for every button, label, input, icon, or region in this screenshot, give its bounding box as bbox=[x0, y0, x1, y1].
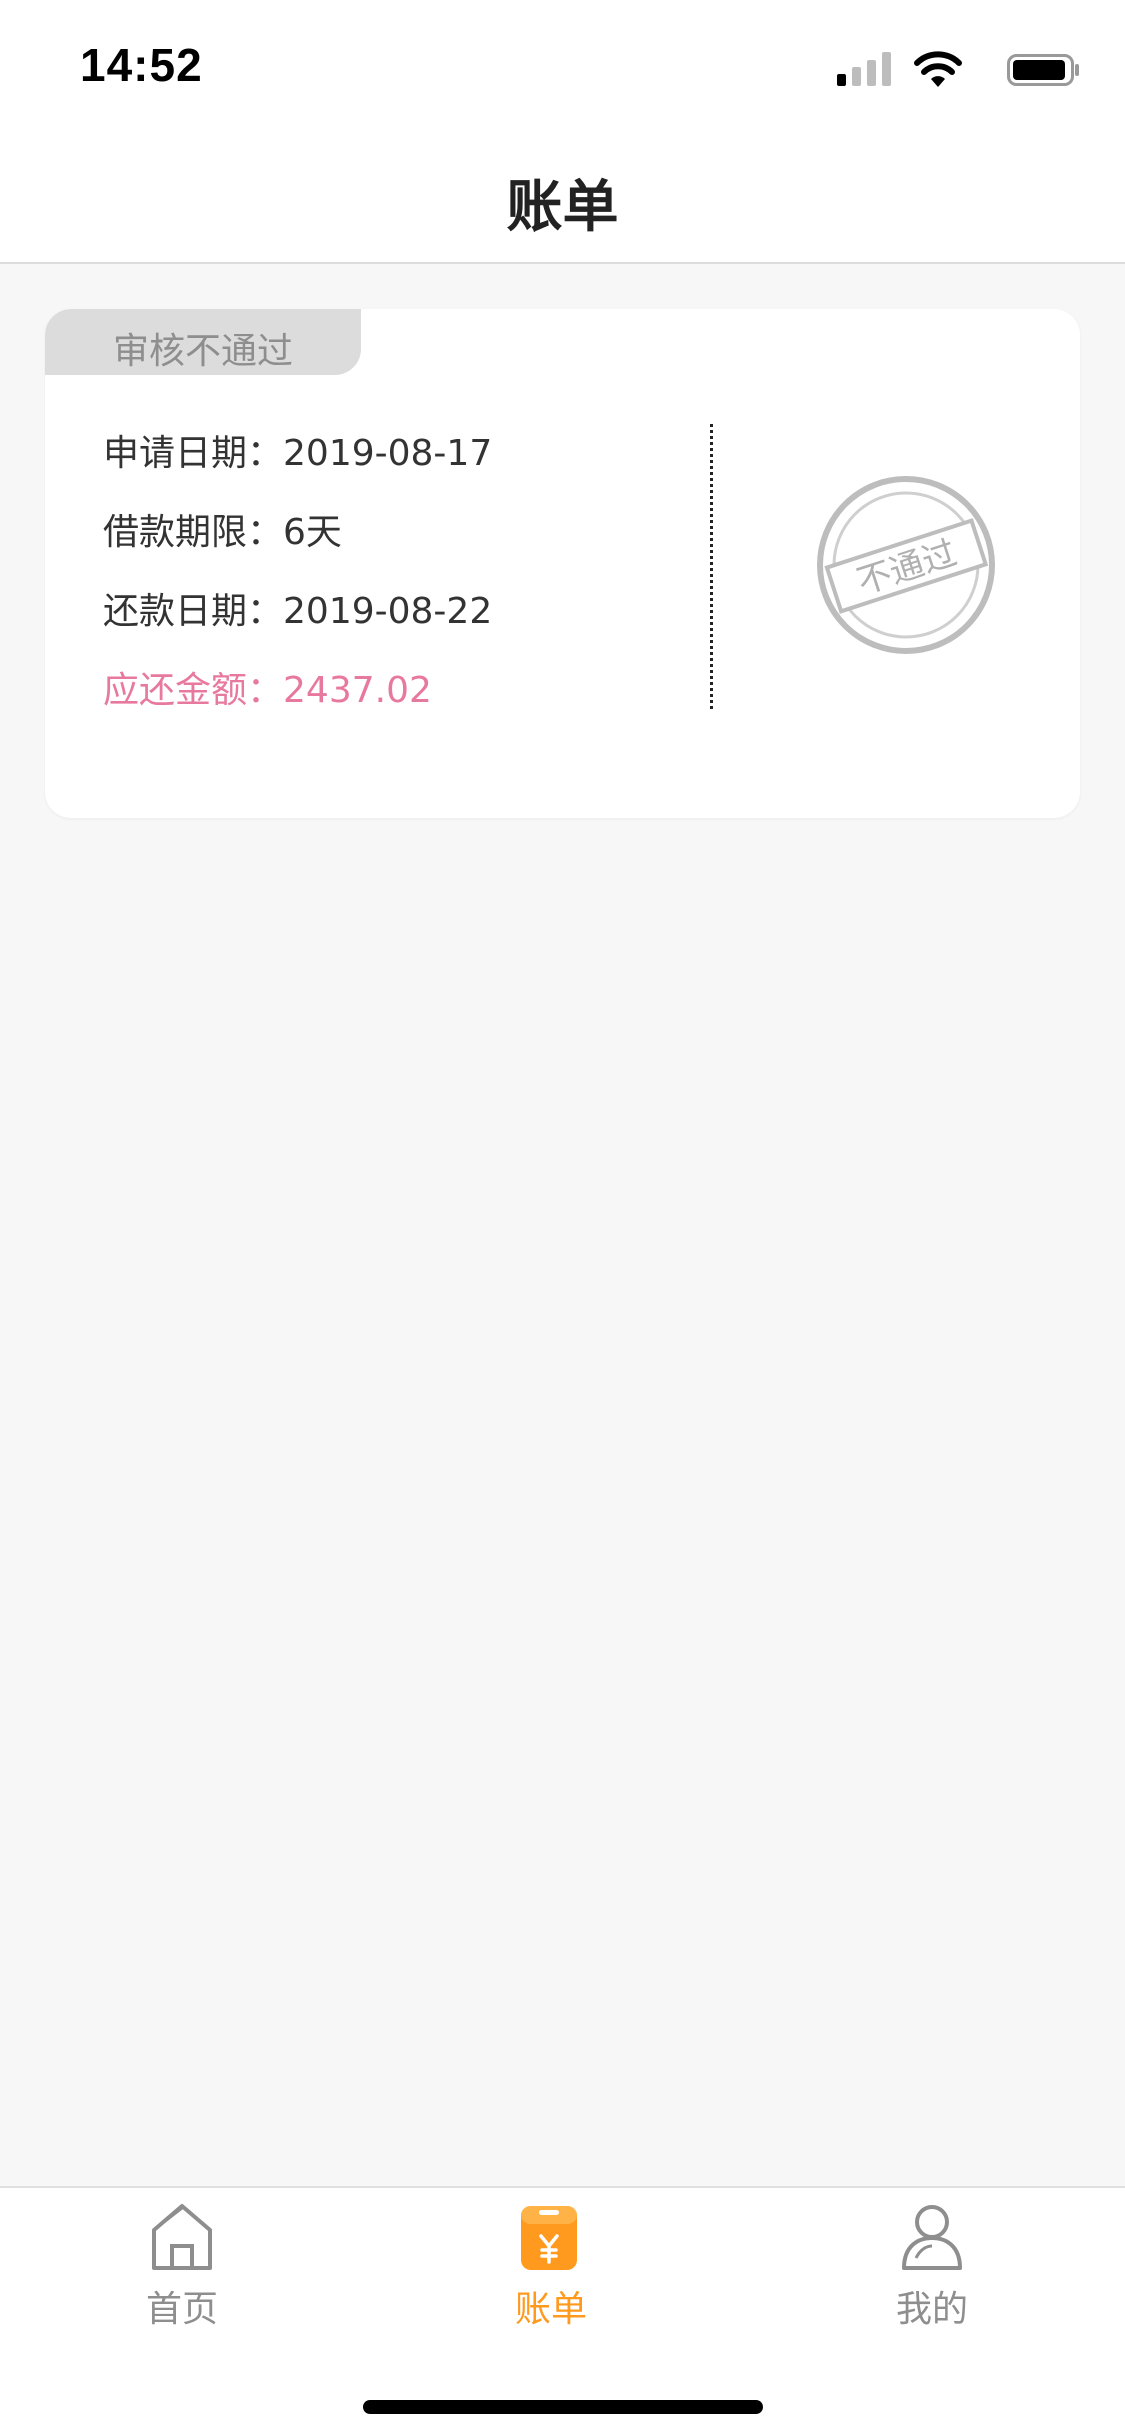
tab-home-label: 首页 bbox=[145, 2289, 218, 2330]
loan-term-label: 借款期限： bbox=[103, 512, 284, 553]
loan-term-row: 借款期限：6天 bbox=[103, 503, 342, 555]
signal-icon bbox=[837, 52, 891, 86]
repay-date-value: 2019-08-22 bbox=[283, 591, 493, 632]
loan-term-value: 6天 bbox=[283, 512, 342, 553]
tab-bill[interactable]: 账单 bbox=[451, 2188, 651, 2330]
nav-bar: 账单 bbox=[0, 132, 1125, 264]
dotted-divider bbox=[710, 424, 713, 709]
home-icon bbox=[152, 2204, 212, 2270]
status-bar: 14:52 bbox=[0, 0, 1125, 132]
repay-date-row: 还款日期：2019-08-22 bbox=[103, 582, 492, 634]
tab-mine-label: 我的 bbox=[895, 2289, 968, 2330]
repay-date-label: 还款日期： bbox=[103, 591, 284, 632]
home-indicator[interactable] bbox=[363, 2400, 763, 2414]
page-title: 账单 bbox=[506, 175, 619, 240]
apply-date-label: 申请日期： bbox=[103, 433, 284, 474]
apply-date-row: 申请日期：2019-08-17 bbox=[103, 424, 492, 476]
amount-due-row: 应还金额：2437.02 bbox=[103, 661, 432, 713]
status-time: 14:52 bbox=[80, 39, 203, 91]
apply-date-value: 2019-08-17 bbox=[283, 433, 493, 474]
bill-card[interactable]: 审核不通过 申请日期：2019-08-17 借款期限：6天 还款日期：2019-… bbox=[45, 309, 1080, 818]
status-badge: 审核不通过 bbox=[45, 309, 361, 375]
tab-mine[interactable]: 我的 bbox=[832, 2188, 1032, 2330]
amount-due-label: 应还金额： bbox=[103, 670, 284, 711]
tab-bar: 首页 账单 我的 bbox=[0, 2186, 1125, 2436]
reject-stamp-icon: 不通过 bbox=[817, 476, 995, 654]
user-icon bbox=[902, 2205, 962, 2270]
bill-icon bbox=[521, 2206, 577, 2270]
amount-due-value: 2437.02 bbox=[283, 670, 432, 711]
status-badge-label: 审核不通过 bbox=[112, 331, 293, 372]
tab-home[interactable]: 首页 bbox=[82, 2188, 282, 2330]
wifi-icon bbox=[914, 51, 962, 87]
battery-icon bbox=[1007, 54, 1079, 86]
tab-bill-label: 账单 bbox=[514, 2289, 587, 2330]
